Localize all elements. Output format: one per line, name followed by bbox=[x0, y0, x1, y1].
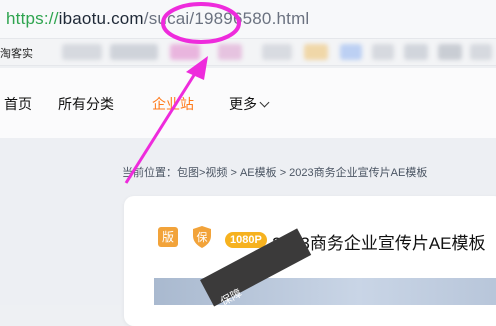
bookmark-blur-6 bbox=[304, 44, 328, 60]
breadcrumb: 当前位置：包图>视频 > AE模板 > 2023商务企业宣传片AE模板 bbox=[122, 167, 428, 179]
bookmark-blur-2 bbox=[110, 44, 158, 60]
bookmark-blur-11 bbox=[470, 44, 492, 60]
bookmark-blur-8 bbox=[372, 44, 394, 60]
nav-more-label: 更多 bbox=[229, 96, 257, 112]
url-path: /sucai/19896580.html bbox=[143, 9, 310, 28]
shield-icon: 保 bbox=[191, 225, 213, 249]
bookmark-blur-1 bbox=[62, 44, 102, 60]
bookmark-blur-3 bbox=[170, 44, 200, 60]
bookmark-blur-10 bbox=[438, 44, 462, 60]
url-scheme: https:// bbox=[6, 9, 59, 28]
bookmark-label[interactable]: 淘客实 bbox=[0, 45, 33, 61]
copyright-badge: 版 bbox=[158, 227, 178, 247]
url-host: ibaotu.com bbox=[58, 9, 144, 28]
nav-more[interactable]: 更多 bbox=[229, 94, 270, 114]
shield-label: 保 bbox=[197, 230, 208, 244]
resolution-badge: 1080P bbox=[225, 232, 267, 248]
bookmark-blur-9 bbox=[404, 44, 428, 60]
bookmark-blur-4 bbox=[218, 44, 242, 60]
product-card bbox=[124, 196, 496, 326]
chevron-down-icon bbox=[259, 97, 270, 108]
bookmarks-bar: 淘客实 bbox=[0, 39, 496, 66]
site-navbar: 首页 所有分类 企业站 更多 bbox=[0, 68, 496, 138]
bookmark-blur-7 bbox=[340, 44, 362, 60]
nav-enterprise-site[interactable]: 企业站 bbox=[152, 94, 194, 114]
bookmark-blur-5 bbox=[262, 44, 292, 60]
nav-all-categories[interactable]: 所有分类 bbox=[58, 94, 114, 114]
nav-home[interactable]: 首页 bbox=[4, 94, 32, 114]
url-text[interactable]: https://ibaotu.com/sucai/19896580.html bbox=[6, 9, 309, 29]
address-bar[interactable]: https://ibaotu.com/sucai/19896580.html bbox=[0, 0, 496, 39]
